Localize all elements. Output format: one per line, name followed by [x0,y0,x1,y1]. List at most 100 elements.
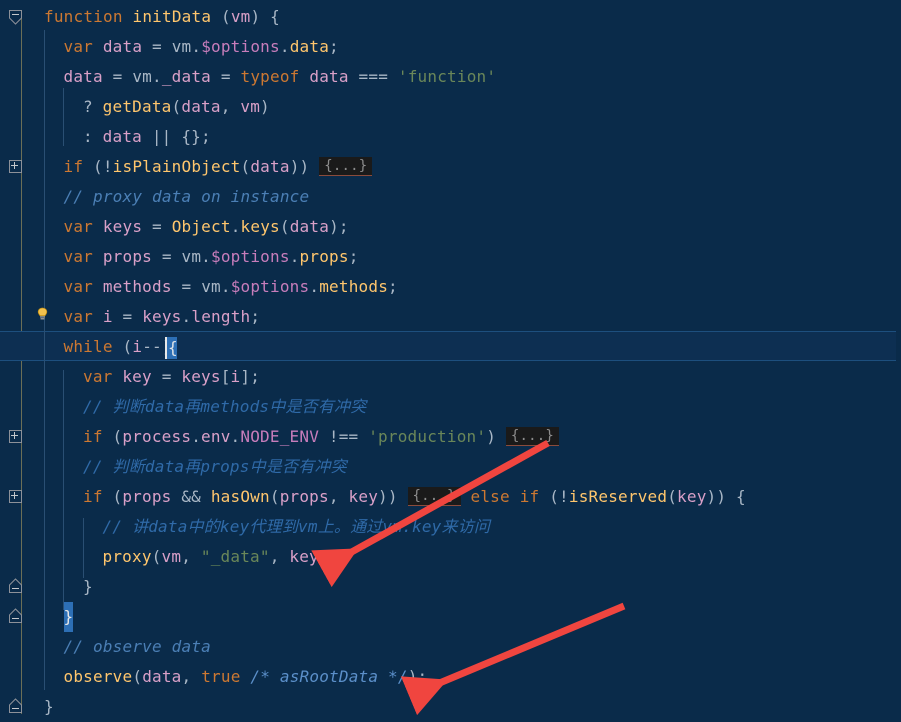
code-token: = [112,67,133,86]
code-content[interactable]: function initData (vm) {var data = vm.$o… [0,0,901,718]
code-token: data [309,67,359,86]
code-token: ) { [250,7,281,26]
code-line[interactable]: if (process.env.NODE_ENV !== 'production… [83,422,560,452]
fold-if-props-hasown[interactable] [9,490,22,503]
code-token: ; [348,247,359,266]
code-token: // observe data [63,637,211,656]
code-token: (! [549,487,569,506]
code-token: ) [486,427,506,446]
fold-function-initdata[interactable] [9,10,22,25]
code-token: Object [171,217,231,236]
code-line[interactable]: function initData (vm) { [44,2,280,32]
code-line[interactable]: } [83,572,93,602]
code-token: i [132,337,143,356]
code-token: observe [63,667,133,686]
code-token: ( [112,427,123,446]
code-line[interactable]: ? getData(data, vm) [83,92,270,122]
code-token: ( [151,547,162,566]
code-token: isPlainObject [112,157,241,176]
code-line[interactable]: } [63,602,74,632]
code-editor[interactable]: function initData (vm) {var data = vm.$o… [0,0,901,718]
code-token: !== [328,427,369,446]
code-line[interactable]: : data || {}; [83,122,211,152]
code-token: props [102,247,162,266]
code-token: keys [142,307,182,326]
code-token: NODE_ENV [240,427,329,446]
code-token: } [83,577,93,596]
code-token: ( [122,337,133,356]
code-token: , [181,667,202,686]
indent-guide [83,518,84,578]
code-token: length [191,307,251,326]
code-token: = [152,37,172,56]
code-line[interactable]: if (!isPlainObject(data)) {...} [64,152,373,182]
code-token: _data [161,67,221,86]
folded-code-placeholder[interactable]: {...} [319,157,373,176]
code-token: } [44,697,54,716]
code-line[interactable]: var props = vm.$options.props; [64,242,359,272]
code-token: ( [240,157,251,176]
code-line[interactable]: // 讲data中的key代理到vm上。通过vm.key来访问 [103,512,491,542]
code-token: data [142,667,182,686]
fold-close-if-else[interactable] [9,578,22,593]
code-token: getData [102,97,172,116]
folded-code-placeholder[interactable]: {...} [505,427,560,446]
code-token: . [181,307,192,326]
code-token: props [122,487,182,506]
code-token: ); [407,667,428,686]
code-line[interactable]: var key = keys[i]; [83,362,260,392]
folded-code-placeholder[interactable]: {...} [407,487,461,506]
code-token: i [230,367,241,386]
code-token: = [161,247,182,266]
code-line[interactable]: // proxy data on instance [64,182,310,212]
fold-close-while[interactable] [9,608,22,623]
code-token: methods [102,277,182,296]
code-token: true [201,667,251,686]
code-token: // 讲data中的key代理到vm上。通过vm.key来访问 [102,517,491,536]
code-token: vm. [181,247,212,266]
code-line[interactable]: var i = keys.length; [64,302,261,332]
open-brace-token: { [168,338,178,357]
code-line[interactable]: var keys = Object.keys(data); [64,212,349,242]
code-token: proxy [102,547,152,566]
code-token: data [289,37,330,56]
code-token: vm. [201,277,231,296]
code-token: . [309,277,320,296]
code-line[interactable]: observe(data, true /* asRootData */); [64,662,428,692]
code-token: = [161,367,182,386]
code-line[interactable]: // observe data [64,632,212,662]
fold-if-nodeenv[interactable] [9,430,22,443]
code-token: = [152,217,172,236]
code-token: . [279,37,290,56]
code-token: "_data" [200,547,270,566]
code-line[interactable]: var data = vm.$options.data; [64,32,339,62]
code-line[interactable]: while (i--) [64,332,182,362]
code-token: keys [181,367,221,386]
code-line[interactable]: data = vm._data = typeof data === 'funct… [64,62,497,92]
code-token: methods [319,277,389,296]
code-token: // 判断data再props中是否有冲突 [83,457,347,476]
code-token: var [63,307,103,326]
code-line[interactable]: // 判断data再props中是否有冲突 [83,452,347,482]
code-token: ; [388,277,398,296]
code-token: /* asRootData */ [250,667,408,686]
code-line[interactable]: proxy(vm, "_data", key); [103,542,339,572]
fold-if-isplainobject[interactable] [9,160,22,173]
code-token: ( [221,7,231,26]
code-token: props [299,247,349,266]
code-token: var [63,277,103,296]
code-line[interactable]: if (props && hasOwn(props, key)) {...} e… [83,482,746,512]
code-token: var [63,247,103,266]
code-token: (! [93,157,113,176]
code-line[interactable]: // 判断data再methods中是否有冲突 [83,392,366,422]
code-token: // 判断data再methods中是否有冲突 [83,397,367,416]
code-token: [ [220,367,231,386]
intention-bulb-icon[interactable] [35,307,50,322]
code-token: env [201,427,231,446]
code-token: if [83,427,113,446]
code-token: vm [240,97,261,116]
fold-close-function[interactable] [9,698,22,713]
code-token: key [677,487,707,506]
code-line[interactable]: var methods = vm.$options.methods; [64,272,398,302]
code-token: 'function' [397,67,497,86]
